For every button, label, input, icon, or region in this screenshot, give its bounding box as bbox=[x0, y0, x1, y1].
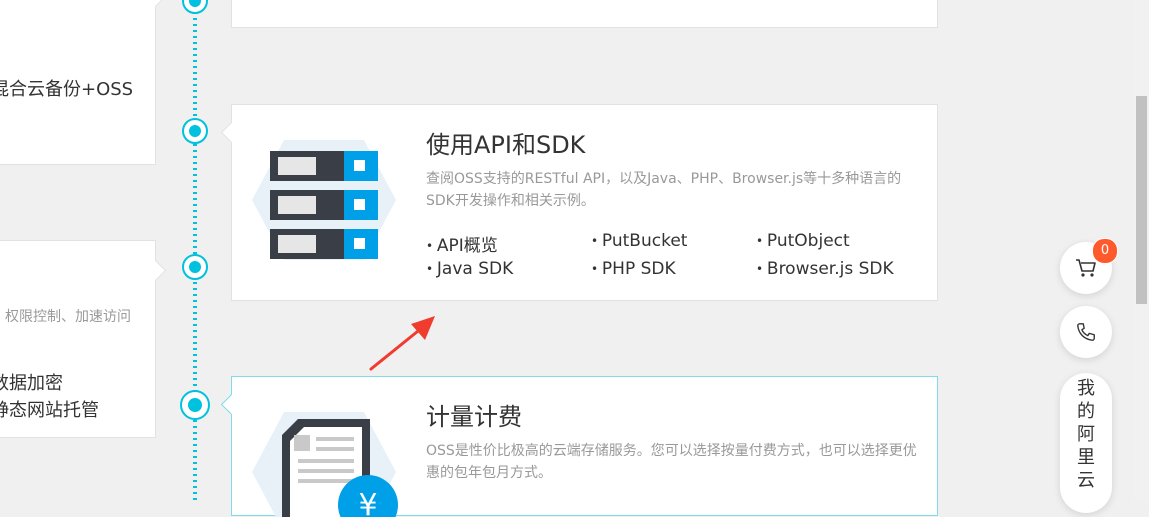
api-sdk-card: 使用API和SDK 查阅OSS支持的RESTful API，以及Java、PHP… bbox=[220, 104, 938, 301]
billing-document-icon: ¥ bbox=[252, 412, 398, 517]
link-putobject[interactable]: PutObject bbox=[756, 231, 850, 251]
feature-card-left-top: 混合云备份+OSS bbox=[0, 0, 167, 165]
cart-count-badge: 0 bbox=[1092, 238, 1118, 264]
api-sdk-description: 查阅OSS支持的RESTful API，以及Java、PHP、Browser.j… bbox=[426, 171, 902, 209]
timeline-node bbox=[182, 254, 208, 280]
timeline bbox=[180, 0, 210, 502]
link-java-sdk[interactable]: Java SDK bbox=[426, 259, 513, 279]
my-aliyun-char: 我 bbox=[1077, 378, 1095, 399]
link-putbucket[interactable]: PutBucket bbox=[591, 231, 688, 251]
timeline-node bbox=[182, 0, 208, 14]
svg-text:¥: ¥ bbox=[358, 488, 377, 517]
link-php-sdk[interactable]: PHP SDK bbox=[591, 259, 676, 279]
hybrid-backup-text: 混合云备份+OSS bbox=[0, 79, 134, 100]
billing-title[interactable]: 计量计费 bbox=[426, 397, 522, 432]
phone-button[interactable] bbox=[1060, 306, 1112, 358]
card-notch bbox=[144, 259, 167, 282]
feature-card-prev bbox=[231, 0, 938, 28]
link-browserjs-sdk[interactable]: Browser.js SDK bbox=[756, 259, 894, 279]
static-hosting-link[interactable]: 静态网站托管 bbox=[0, 396, 99, 422]
my-aliyun-char: 云 bbox=[1077, 470, 1095, 491]
data-encryption-link[interactable]: 数据加密 bbox=[0, 369, 63, 395]
access-control-text: 、权限控制、加速访问 bbox=[0, 309, 131, 325]
timeline-node bbox=[182, 118, 208, 144]
timeline-node-active bbox=[180, 390, 210, 420]
api-sdk-title[interactable]: 使用API和SDK bbox=[426, 125, 585, 160]
billing-card: ¥ 计量计费 OSS是性价比极高的云端存储服务。您可以选择按量付费方式，也可以选… bbox=[220, 376, 938, 517]
card-notch bbox=[220, 393, 243, 416]
link-api-overview[interactable]: API概览 bbox=[426, 231, 498, 256]
feature-card-left-mid: 、权限控制、加速访问 数据加密 静态网站托管 bbox=[0, 240, 167, 438]
my-aliyun-button[interactable]: 我 的 阿 里 云 bbox=[1060, 373, 1112, 513]
server-rack-icon bbox=[252, 140, 396, 260]
timeline-line bbox=[193, 0, 197, 502]
annotation-arrow-icon bbox=[369, 316, 435, 371]
my-aliyun-char: 阿 bbox=[1077, 424, 1095, 445]
billing-description: OSS是性价比极高的云端存储服务。您可以选择按量付费方式，也可以选择更优惠的包年… bbox=[426, 443, 917, 481]
my-aliyun-char: 里 bbox=[1077, 447, 1095, 468]
scrollbar-thumb[interactable] bbox=[1136, 96, 1147, 304]
my-aliyun-char: 的 bbox=[1077, 401, 1095, 422]
card-notch bbox=[220, 121, 243, 144]
phone-icon bbox=[1077, 323, 1095, 341]
page-scrollbar[interactable] bbox=[1134, 0, 1149, 502]
card-notch bbox=[144, 0, 167, 8]
